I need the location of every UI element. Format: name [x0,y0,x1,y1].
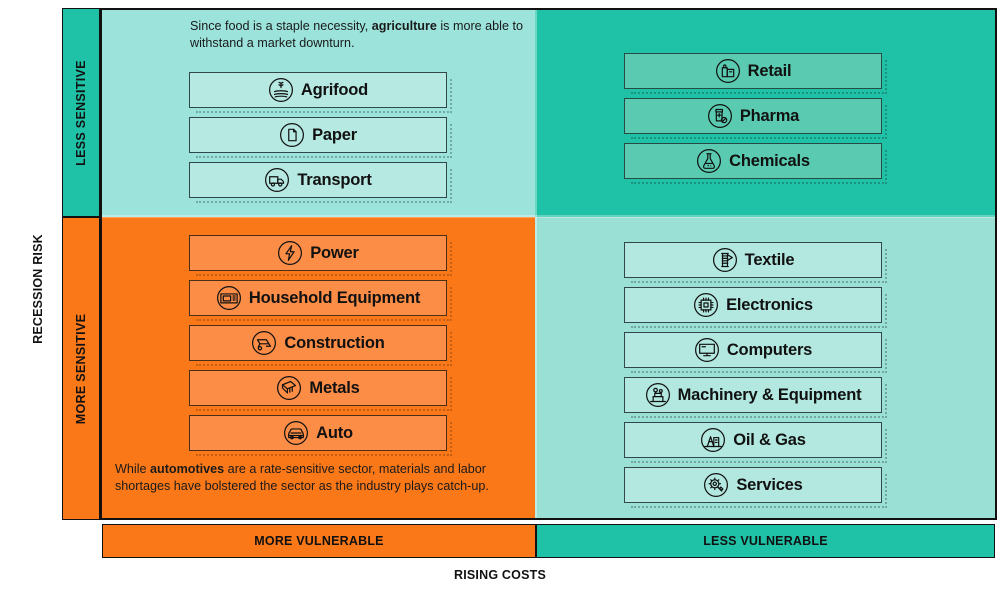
note-text-part1: While [115,462,150,476]
sector-item-label: Construction [284,333,385,352]
sector-item[interactable]: Metals [189,370,452,411]
y-axis-band-more-sensitive: MORE SENSITIVE [62,217,100,520]
note-text-part1: Since food is a staple necessity, [190,19,372,33]
paper-sheet-icon [279,122,305,148]
sector-item[interactable]: Computers [624,332,887,373]
recession-risk-matrix: RECESSION RISK LESS SENSITIVE MORE SENSI… [0,0,1000,600]
y-axis-band-less-sensitive: LESS SENSITIVE [62,8,100,217]
sector-item[interactable]: Paper [189,117,452,158]
pill-bottle-icon [707,103,733,129]
sector-item-label: Electronics [726,295,813,314]
lightning-bolt-icon [277,240,303,266]
y-axis-title: RECESSION RISK [31,234,45,344]
sector-item-label: Services [736,475,803,494]
note-automotives: While automotives are a rate-sensitive s… [115,461,535,495]
note-agriculture: Since food is a staple necessity, agricu… [190,18,535,52]
sector-item[interactable]: Auto [189,415,452,456]
quadrant-less-sensitive-less-vulnerable: Retail Pharma Chemicals [535,10,995,217]
oil-pump-icon [700,427,726,453]
thread-spool-icon [712,247,738,273]
sector-item-label: Auto [316,423,353,442]
sector-item-label: Machinery & Equipment [677,385,862,404]
sector-list-top-left: Agrifood Paper Transport [189,72,452,207]
sector-list-top-right: Retail Pharma Chemicals [624,53,887,188]
sector-item-label: Power [310,243,359,262]
sector-item-label: Paper [312,125,357,144]
sector-item-label: Textile [744,250,795,269]
quadrant-vertical-divider [535,10,537,518]
wheat-field-icon [268,77,294,103]
x-axis-band-more-vulnerable: MORE VULNERABLE [102,524,536,558]
sector-item-label: Retail [747,61,792,80]
sector-item-label: Computers [726,340,813,359]
sector-item[interactable]: Machinery & Equipment [624,377,887,418]
sector-item-label: Pharma [739,106,800,125]
sector-item[interactable]: Textile [624,242,887,283]
wheelbarrow-icon [251,330,277,356]
monitor-icon [694,337,720,363]
sector-list-bottom-left: Power Household Equipment Construction Meta… [189,235,452,460]
flask-icon [696,148,722,174]
sector-item[interactable]: Chemicals [624,143,887,184]
sector-item[interactable]: Household Equipment [189,280,452,321]
note-bold-term: agriculture [371,19,437,33]
sector-list-bottom-right: Textile Electronics Computers Machinery & E… [624,242,887,512]
sector-item[interactable]: Retail [624,53,887,94]
quadrant-more-sensitive-more-vulnerable: Power Household Equipment Construction Meta… [102,217,535,518]
note-bold-term: automotives [150,462,225,476]
y-axis-band-label: MORE SENSITIVE [74,313,88,424]
sector-item[interactable]: Pharma [624,98,887,139]
factory-machine-icon [645,382,671,408]
sector-item[interactable]: Power [189,235,452,276]
quadrant-more-sensitive-less-vulnerable: Textile Electronics Computers Machinery & E… [535,217,995,518]
shopping-bags-icon [715,58,741,84]
sector-item-label: Chemicals [729,151,810,170]
quadrant-less-sensitive-more-vulnerable: Since food is a staple necessity, agricu… [102,10,535,217]
x-axis-band-less-vulnerable: LESS VULNERABLE [536,524,995,558]
microwave-icon [216,285,242,311]
gear-wrench-icon [703,472,729,498]
x-axis-title: RISING COSTS [454,568,546,582]
sector-item-label: Oil & Gas [733,430,806,449]
sector-item[interactable]: Services [624,467,887,508]
sector-item[interactable]: Transport [189,162,452,203]
microchip-icon [693,292,719,318]
sector-item-label: Agrifood [300,80,369,99]
sector-item[interactable]: Agrifood [189,72,452,113]
sector-item[interactable]: Construction [189,325,452,366]
car-icon [283,420,309,446]
sector-item-label: Metals [309,378,360,397]
delivery-truck-icon [264,167,290,193]
sector-item-label: Transport [297,170,372,189]
quadrant-horizontal-divider [102,215,995,218]
sector-item[interactable]: Oil & Gas [624,422,887,463]
sector-item[interactable]: Electronics [624,287,887,328]
metal-sheet-icon [276,375,302,401]
y-axis-band-label: LESS SENSITIVE [74,59,88,166]
sector-item-label: Household Equipment [248,288,421,307]
